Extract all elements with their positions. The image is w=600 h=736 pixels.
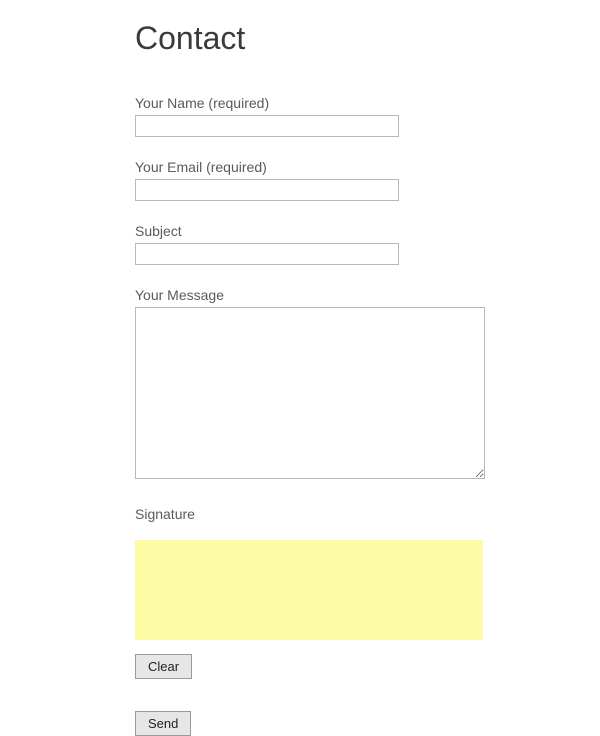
name-label: Your Name (required) xyxy=(135,95,600,111)
page-title: Contact xyxy=(135,20,600,57)
contact-form-container: Contact Your Name (required) Your Email … xyxy=(0,0,600,736)
submit-row: Send xyxy=(135,711,600,736)
subject-label: Subject xyxy=(135,223,600,239)
name-input[interactable] xyxy=(135,115,399,137)
name-field-group: Your Name (required) xyxy=(135,95,600,137)
email-field-group: Your Email (required) xyxy=(135,159,600,201)
signature-field-group: Signature Clear xyxy=(135,506,600,697)
send-button[interactable]: Send xyxy=(135,711,191,736)
message-label: Your Message xyxy=(135,287,600,303)
email-label: Your Email (required) xyxy=(135,159,600,175)
signature-label: Signature xyxy=(135,506,600,522)
subject-field-group: Subject xyxy=(135,223,600,265)
message-textarea[interactable] xyxy=(135,307,485,479)
message-field-group: Your Message xyxy=(135,287,600,484)
clear-button[interactable]: Clear xyxy=(135,654,192,679)
email-input[interactable] xyxy=(135,179,399,201)
subject-input[interactable] xyxy=(135,243,399,265)
signature-pad[interactable] xyxy=(135,540,483,640)
